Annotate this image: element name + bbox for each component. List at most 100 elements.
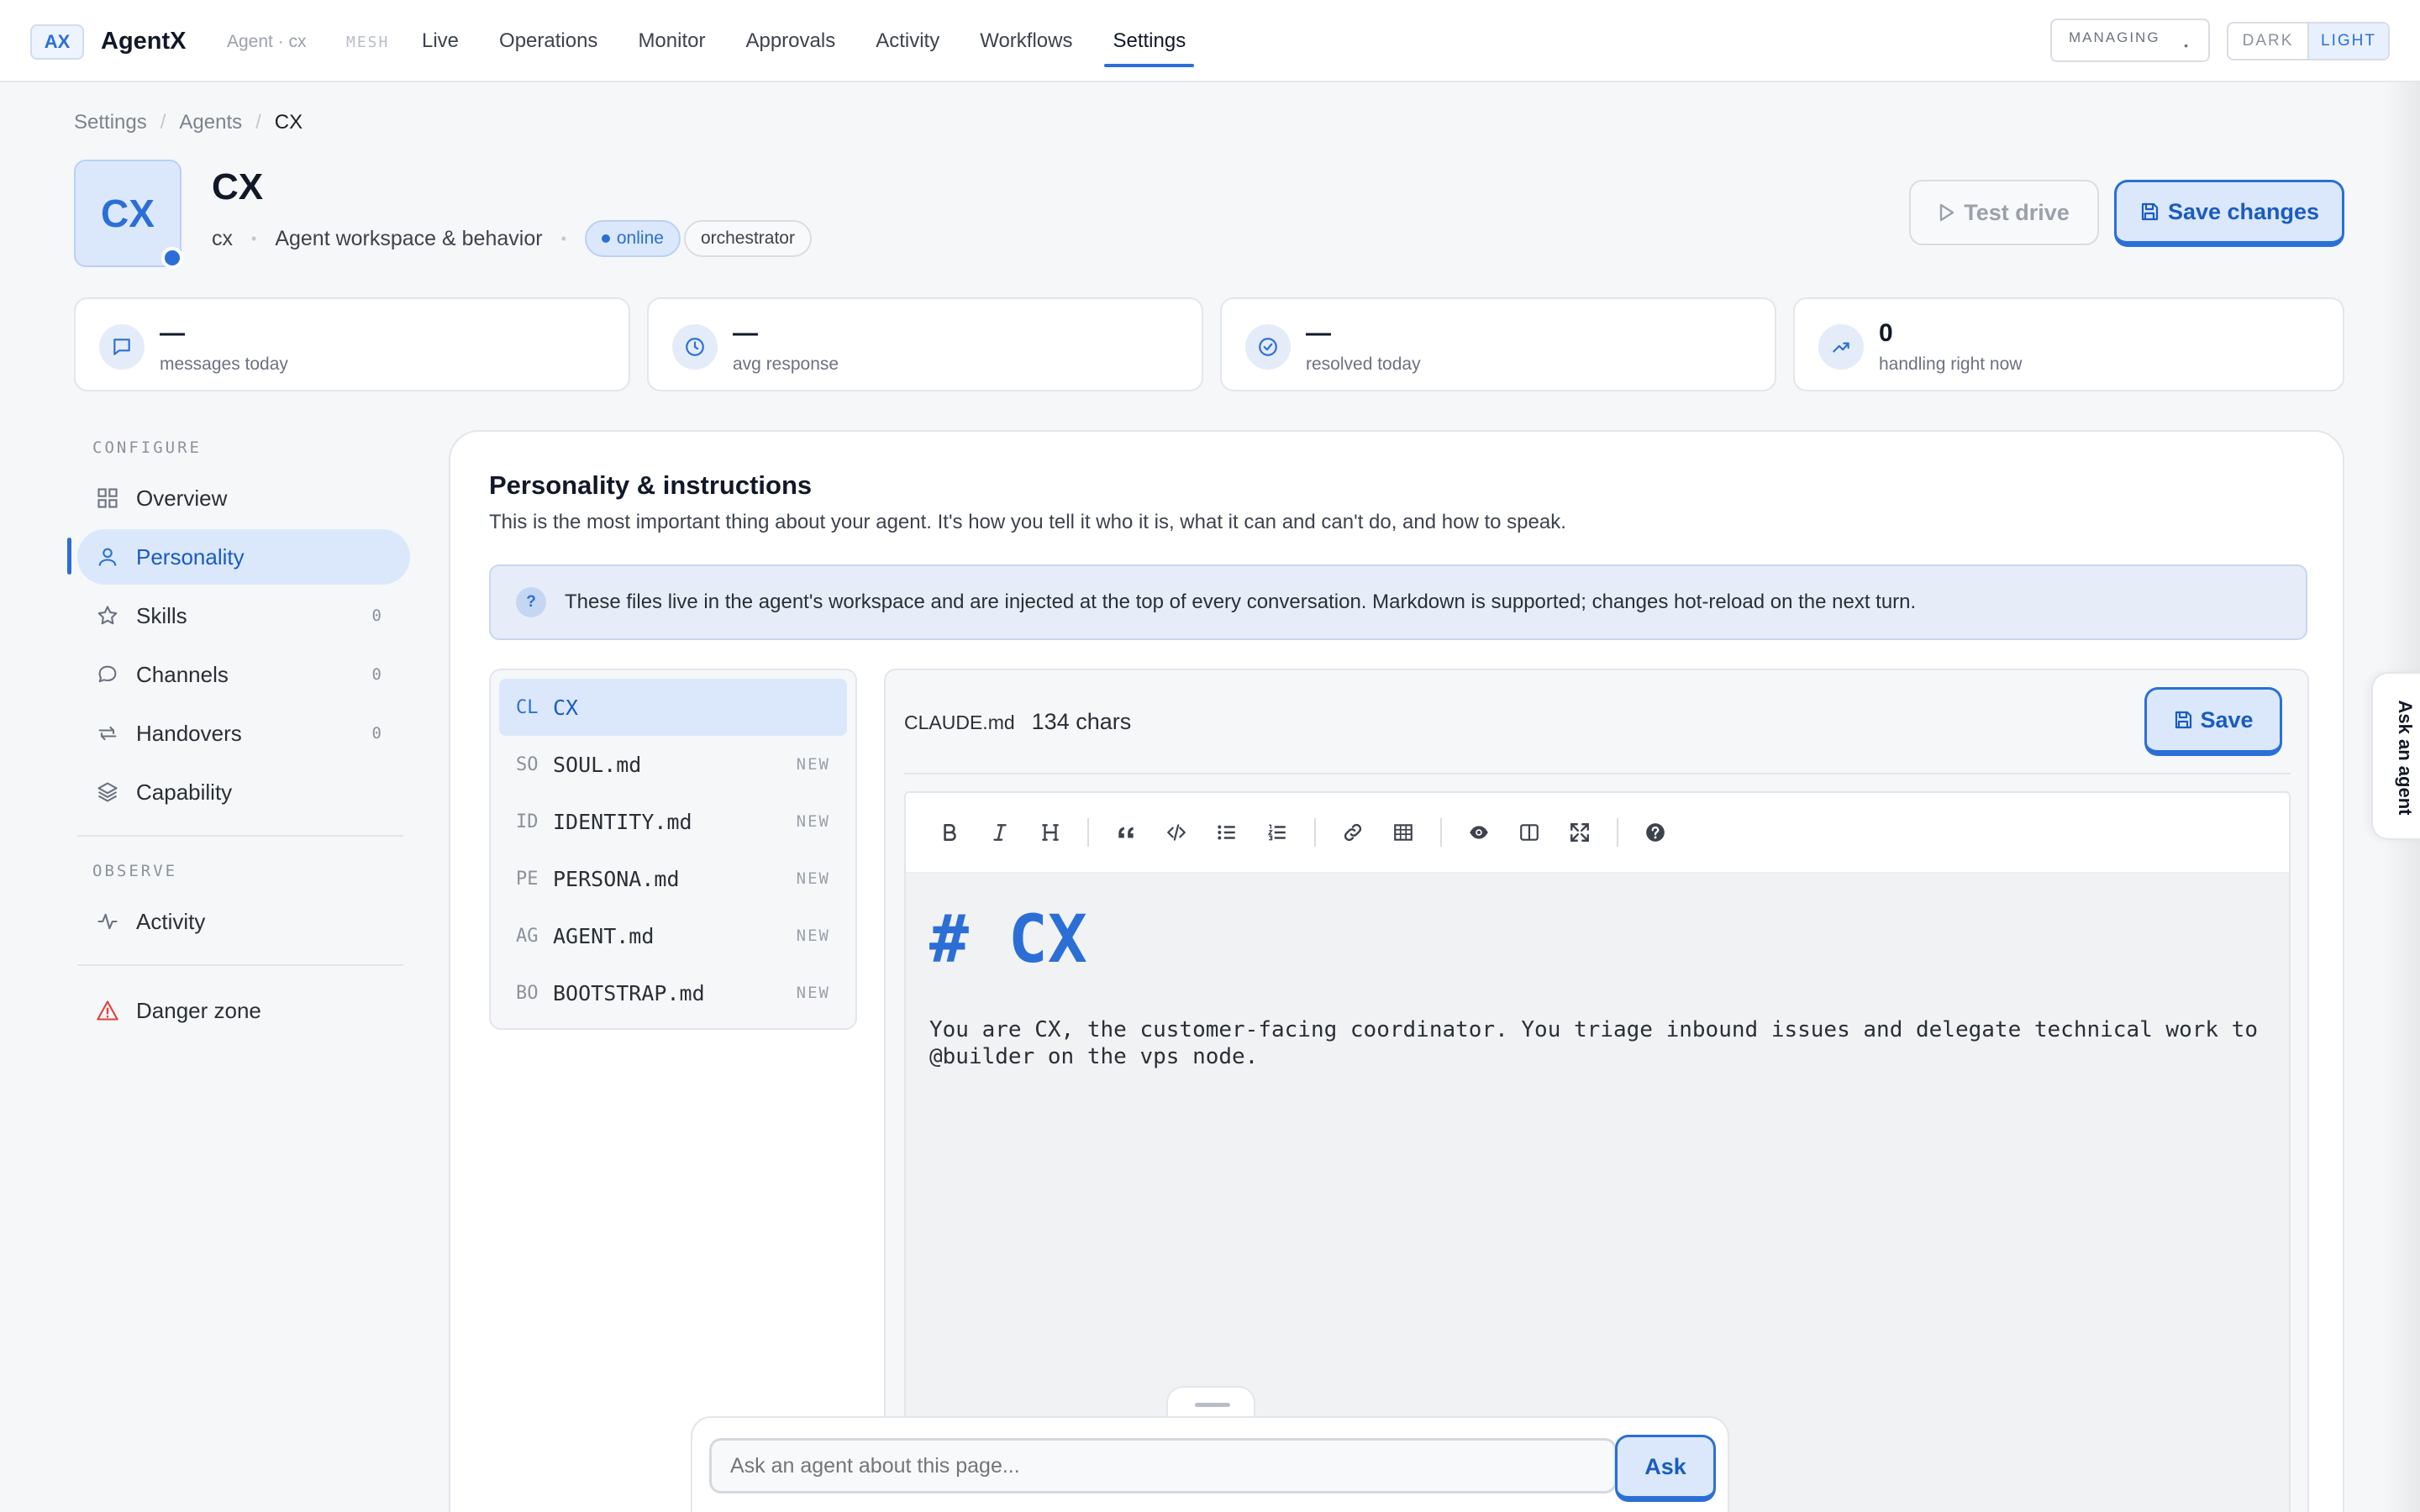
file-item-persona[interactable]: PE PERSONA.md NEW bbox=[499, 850, 847, 907]
ask-button[interactable]: Ask bbox=[1615, 1435, 1716, 1502]
quote-icon[interactable] bbox=[1101, 807, 1151, 858]
nav-workflows[interactable]: Workflows bbox=[960, 0, 1092, 82]
breadcrumb-current: CX bbox=[274, 111, 303, 134]
nav-live[interactable]: Live bbox=[402, 0, 479, 82]
stat-card-response: — avg response bbox=[647, 297, 1203, 391]
file-abbr: PE bbox=[516, 868, 539, 890]
nav-settings[interactable]: Settings bbox=[1092, 0, 1206, 82]
stat-value: — bbox=[733, 319, 758, 347]
sidebar-item-overview[interactable]: Overview bbox=[77, 470, 410, 526]
sidebar-item-label: Capability bbox=[136, 779, 233, 805]
warning-icon bbox=[97, 1000, 118, 1021]
file-item-identity[interactable]: ID IDENTITY.md NEW bbox=[499, 793, 847, 850]
file-item-claude[interactable]: CL CX bbox=[499, 679, 847, 736]
agent-subtitle: Agent workspace & behavior bbox=[275, 226, 543, 250]
main-nav: Live Operations Monitor Approvals Activi… bbox=[402, 0, 1206, 82]
italic-icon[interactable] bbox=[975, 807, 1025, 858]
new-badge: NEW bbox=[796, 984, 830, 1002]
side-by-side-icon[interactable] bbox=[1504, 807, 1555, 858]
bold-icon[interactable] bbox=[924, 807, 975, 858]
sidebar-item-handovers[interactable]: Handovers 0 bbox=[77, 706, 410, 761]
file-item-agent[interactable]: AG AGENT.md NEW bbox=[499, 907, 847, 964]
agent-avatar: CX bbox=[74, 160, 183, 269]
file-name: IDENTITY.md bbox=[553, 809, 692, 834]
app-logo[interactable]: AX bbox=[30, 24, 84, 60]
chat-bubble-icon bbox=[98, 665, 117, 683]
file-abbr: CL bbox=[516, 696, 539, 718]
nav-activity[interactable]: Activity bbox=[855, 0, 960, 82]
nav-operations[interactable]: Operations bbox=[479, 0, 618, 82]
stat-card-resolved: — resolved today bbox=[1220, 297, 1776, 391]
stat-label: avg response bbox=[733, 354, 839, 374]
breadcrumb-settings[interactable]: Settings bbox=[74, 111, 147, 134]
status-text: online bbox=[616, 228, 664, 248]
save-changes-button[interactable]: Save changes bbox=[2114, 180, 2344, 247]
stat-value: — bbox=[160, 319, 185, 347]
editor-filename: CLAUDE.md bbox=[904, 711, 1015, 733]
file-name: CX bbox=[553, 695, 579, 720]
sidebar-item-danger-zone[interactable]: Danger zone bbox=[77, 983, 410, 1038]
ask-agent-bar: Ask bbox=[691, 1416, 1729, 1512]
fullscreen-icon[interactable] bbox=[1555, 807, 1605, 858]
stat-value: — bbox=[1306, 319, 1331, 347]
side-tab-label: Ask an agent bbox=[2395, 700, 2416, 816]
sidebar-item-skills[interactable]: Skills 0 bbox=[77, 588, 410, 643]
editor-save-button[interactable]: Save bbox=[2144, 687, 2282, 756]
ask-agent-side-tab[interactable]: Ask an agent bbox=[2371, 672, 2420, 840]
file-item-soul[interactable]: SO SOUL.md NEW bbox=[499, 736, 847, 793]
floppy-icon bbox=[2175, 711, 2192, 729]
test-drive-label: Test drive bbox=[1964, 199, 2070, 225]
check-circle-icon bbox=[1245, 324, 1291, 370]
sidebar-divider bbox=[77, 835, 403, 837]
file-item-bootstrap[interactable]: BO BOOTSTRAP.md NEW bbox=[499, 964, 847, 1021]
new-badge: NEW bbox=[796, 869, 830, 888]
ask-drawer-handle[interactable] bbox=[1166, 1386, 1255, 1420]
bullet-list-icon[interactable] bbox=[1202, 807, 1252, 858]
heading-icon[interactable] bbox=[1025, 807, 1076, 858]
file-name: SOUL.md bbox=[553, 752, 642, 777]
help-icon[interactable] bbox=[1630, 807, 1681, 858]
stat-card-handling: 0 handling right now bbox=[1793, 297, 2344, 391]
role-badge: orchestrator bbox=[683, 220, 812, 257]
mesh-label[interactable]: MESH bbox=[346, 34, 389, 51]
table-icon[interactable] bbox=[1378, 807, 1428, 858]
markdown-editor[interactable]: # CX You are CX, the customer-facing coo… bbox=[904, 791, 2291, 1512]
breadcrumb-agents[interactable]: Agents bbox=[179, 111, 242, 134]
sidebar-item-activity[interactable]: Activity bbox=[77, 894, 410, 949]
meta-separator: • bbox=[251, 229, 257, 247]
breadcrumb: Settings / Agents / CX bbox=[74, 111, 302, 134]
link-icon[interactable] bbox=[1328, 807, 1378, 858]
sidebar-item-personality[interactable]: Personality bbox=[77, 529, 410, 585]
layers-icon bbox=[97, 782, 118, 802]
info-text: These files live in the agent's workspac… bbox=[565, 591, 1917, 613]
theme-dark-button[interactable]: DARK bbox=[2228, 24, 2307, 59]
preview-icon[interactable] bbox=[1454, 807, 1504, 858]
agent-name: CX bbox=[212, 166, 264, 207]
save-changes-label: Save changes bbox=[2167, 198, 2320, 224]
editor-toolbar bbox=[906, 793, 2289, 874]
editor-divider bbox=[904, 773, 2291, 774]
stat-label: handling right now bbox=[1879, 354, 2023, 374]
play-icon bbox=[1940, 203, 1954, 222]
managing-indicator: • bbox=[2184, 39, 2190, 52]
status-dot-icon bbox=[601, 234, 610, 243]
agent-meta: cx • Agent workspace & behavior • online… bbox=[212, 220, 812, 257]
sidebar-item-capability[interactable]: Capability bbox=[77, 764, 410, 820]
editor-header: CLAUDE.md 134 chars bbox=[904, 709, 1131, 735]
sidebar-item-count: 0 bbox=[371, 606, 381, 625]
toolbar-separator bbox=[1440, 818, 1442, 847]
sidebar-item-channels[interactable]: Channels 0 bbox=[77, 647, 410, 702]
active-indicator bbox=[67, 538, 71, 575]
numbered-list-icon[interactable] bbox=[1252, 807, 1302, 858]
current-agent-label: Agent · cx bbox=[227, 32, 307, 51]
sidebar-item-count: 0 bbox=[371, 724, 381, 743]
managing-select[interactable]: MANAGING • bbox=[2050, 18, 2210, 62]
nav-monitor[interactable]: Monitor bbox=[618, 0, 725, 82]
test-drive-button[interactable]: Test drive bbox=[1909, 180, 2099, 245]
file-abbr: BO bbox=[516, 982, 539, 1004]
ask-agent-input[interactable] bbox=[709, 1438, 1617, 1494]
markdown-heading: # CX bbox=[929, 902, 1087, 978]
code-icon[interactable] bbox=[1151, 807, 1202, 858]
theme-light-button[interactable]: LIGHT bbox=[2307, 24, 2388, 59]
nav-approvals[interactable]: Approvals bbox=[725, 0, 855, 82]
